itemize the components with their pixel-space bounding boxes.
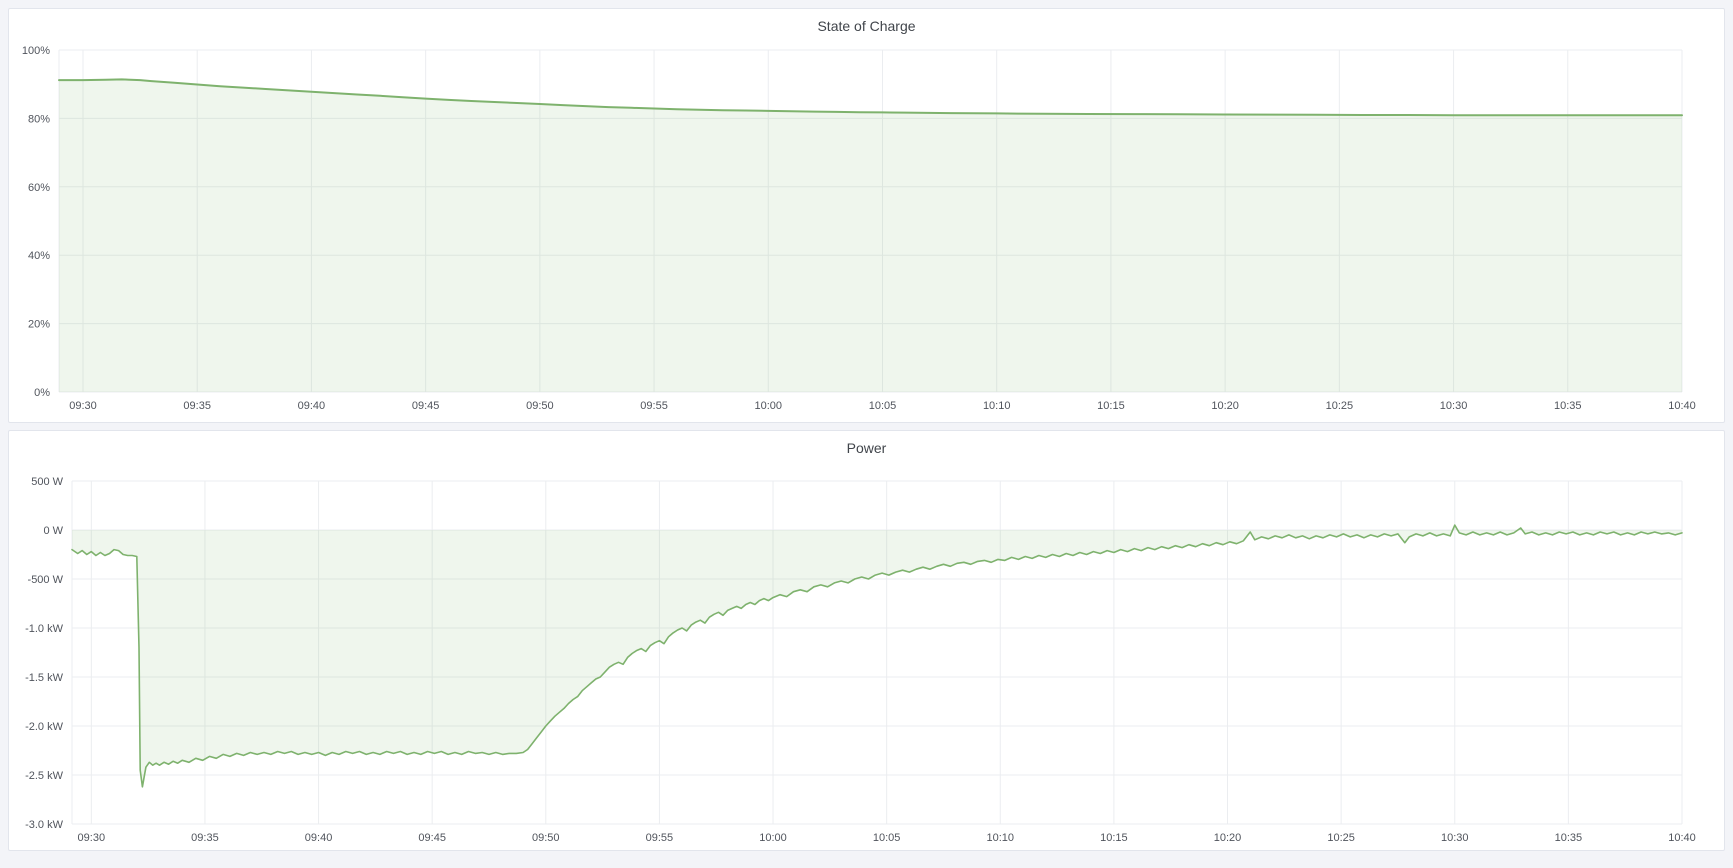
dashboard: State of Charge 100% 80% 60% 40% 20% 0% 09:30 0… xyxy=(0,8,1733,851)
panel-title-state-of-charge[interactable]: State of Charge xyxy=(9,18,1724,34)
x-tick-label: 09:55 xyxy=(646,832,674,844)
y-tick-label: -2.5 kW xyxy=(25,770,64,782)
y-tick-label: -2.0 kW xyxy=(25,721,64,733)
x-tick-label: 09:50 xyxy=(532,832,560,844)
panel-state-of-charge: State of Charge 100% 80% 60% 40% 20% 0% 09:30 0… xyxy=(8,8,1725,423)
x-tick-label: 09:40 xyxy=(305,832,333,844)
x-tick-label: 10:20 xyxy=(1214,832,1242,844)
y-tick-label: -3.0 kW xyxy=(25,819,64,831)
y-tick-label: 0 W xyxy=(43,525,63,537)
x-tick-label: 09:40 xyxy=(298,400,326,412)
x-tick-label: 09:35 xyxy=(183,400,211,412)
state-of-charge-svg: 100% 80% 60% 40% 20% 0% 09:30 09:35 09:40 09:45 09… xyxy=(9,9,1721,422)
x-tick-label: 10:00 xyxy=(759,832,787,844)
x-tick-label: 10:20 xyxy=(1211,400,1239,412)
x-tick-label: 10:40 xyxy=(1668,400,1696,412)
x-tick-label: 10:25 xyxy=(1327,832,1355,844)
x-tick-label: 09:50 xyxy=(526,400,554,412)
x-tick-label: 09:55 xyxy=(640,400,668,412)
y-tick-label: 0% xyxy=(34,387,50,399)
x-tick-label: 09:45 xyxy=(412,400,440,412)
power-chart[interactable]: 500 W 0 W -500 W -1.0 kW -1.5 kW -2.0 kW -2.5 … xyxy=(9,431,1724,850)
power-svg: 500 W 0 W -500 W -1.0 kW -1.5 kW -2.0 kW -2.5 … xyxy=(9,431,1721,850)
x-tick-label: 10:30 xyxy=(1440,400,1468,412)
x-tick-label: 10:10 xyxy=(983,400,1011,412)
x-tick-label: 10:15 xyxy=(1097,400,1125,412)
x-tick-label: 09:45 xyxy=(418,832,446,844)
y-tick-label: 40% xyxy=(28,250,50,262)
panel-power: Power 500 W 0 W -500 W -1.0 kW -1.5 kW -2.0 k… xyxy=(8,430,1725,851)
x-tick-label: 09:30 xyxy=(78,832,106,844)
y-tick-label: -500 W xyxy=(28,574,64,586)
x-tick-label: 10:40 xyxy=(1668,832,1696,844)
state-of-charge-chart[interactable]: 100% 80% 60% 40% 20% 0% 09:30 09:35 09:40 09:45 09… xyxy=(9,9,1724,422)
y-tick-label: -1.5 kW xyxy=(25,672,64,684)
y-tick-label: 500 W xyxy=(31,476,63,488)
x-tick-label: 10:15 xyxy=(1100,832,1128,844)
panel-title-power[interactable]: Power xyxy=(9,440,1724,456)
x-tick-label: 10:05 xyxy=(873,832,901,844)
y-tick-label: 80% xyxy=(28,113,50,125)
x-tick-label: 10:10 xyxy=(987,832,1015,844)
y-tick-label: 20% xyxy=(28,319,50,331)
y-tick-label: 100% xyxy=(22,45,50,57)
x-tick-label: 10:35 xyxy=(1555,832,1583,844)
x-tick-label: 09:35 xyxy=(191,832,219,844)
x-tick-label: 10:35 xyxy=(1554,400,1582,412)
x-tick-label: 09:30 xyxy=(69,400,97,412)
series-area xyxy=(59,79,1682,392)
x-tick-label: 10:25 xyxy=(1326,400,1354,412)
series-area xyxy=(72,525,1682,787)
x-tick-label: 10:30 xyxy=(1441,832,1469,844)
y-tick-label: 60% xyxy=(28,182,50,194)
x-tick-label: 10:05 xyxy=(869,400,897,412)
y-tick-label: -1.0 kW xyxy=(25,623,64,635)
x-tick-label: 10:00 xyxy=(755,400,783,412)
